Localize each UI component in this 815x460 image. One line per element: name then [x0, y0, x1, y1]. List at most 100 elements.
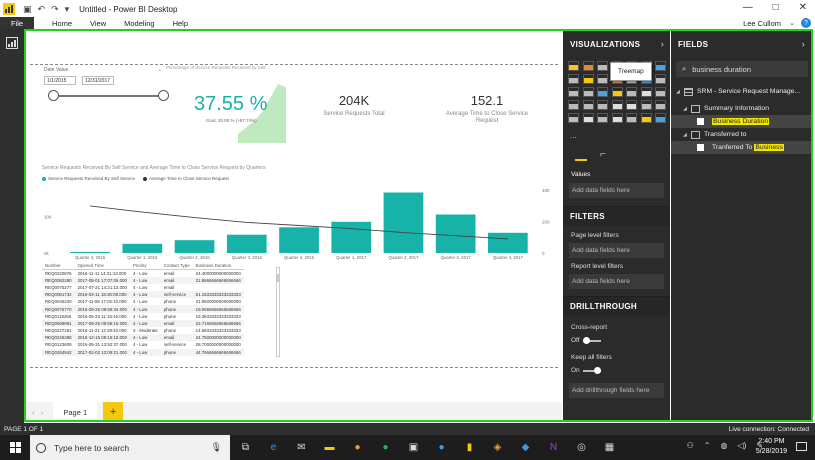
table-scrollbar[interactable] [276, 267, 280, 357]
minimize-button[interactable]: — [743, 2, 753, 13]
previous-page-icon[interactable]: ‹ [32, 408, 35, 417]
power-bi-taskbar-icon[interactable]: ▮ [460, 438, 479, 457]
volume-icon[interactable]: ◁) [737, 441, 746, 450]
snip-icon[interactable]: ▣ [404, 438, 423, 457]
customize-toolbar-icon[interactable]: ▾ [65, 4, 70, 15]
close-button[interactable]: ✕ [799, 2, 807, 13]
menu-home[interactable]: Home [52, 19, 72, 28]
visual-type-icon[interactable] [568, 61, 579, 71]
table-row[interactable]: REQ0045220 2017-11-08 17:02:10.000 4 - Low… [42, 298, 244, 305]
chart-bar[interactable] [435, 214, 476, 254]
chart-bar[interactable] [488, 232, 528, 253]
field-transferred-to-business[interactable]: Tranferred To Business [671, 141, 811, 154]
chart-bar[interactable] [174, 240, 215, 253]
table-row[interactable]: REQ0227291 2016-11-21 12:29:40.000 3 - Mod… [42, 327, 244, 334]
table-row[interactable]: REQ0082280 2017-08-01 17:07:06.000 4 - Low… [42, 276, 244, 284]
visual-type-icon[interactable] [568, 100, 579, 110]
visual-type-icon[interactable] [655, 113, 666, 123]
page-filters-well[interactable]: Add data fields here [569, 243, 664, 258]
date-slicer[interactable]: Date Value ⌄ 1/1/2015 12/31/2017 [44, 67, 169, 107]
visual-type-icon[interactable] [597, 100, 608, 110]
visual-type-icon[interactable] [655, 100, 666, 110]
maximize-button[interactable]: □ [773, 2, 779, 13]
keep-all-filters-toggle[interactable]: On [563, 366, 670, 374]
chrome-icon[interactable]: ● [348, 438, 367, 457]
app-icon[interactable]: ● [432, 438, 451, 457]
slicer-start-date[interactable]: 1/1/2015 [44, 76, 76, 85]
kpi-visual[interactable]: Percentage of Service Requests Received … [166, 65, 294, 145]
visual-type-icon[interactable] [611, 113, 623, 123]
visual-type-icon[interactable] [611, 100, 623, 110]
expand-icon[interactable]: ◢ [676, 89, 684, 95]
field-business-duration[interactable]: Business Duration [671, 115, 811, 128]
notification-icon[interactable] [796, 442, 807, 451]
add-page-button[interactable]: + [103, 402, 124, 422]
expand-icon[interactable]: ◢ [683, 106, 691, 112]
slicer-end-date[interactable]: 12/31/2017 [82, 76, 114, 85]
report-filters-well[interactable]: Add data fields here [569, 274, 664, 289]
people-icon[interactable]: ⚇ [687, 441, 694, 450]
legend-item-line[interactable]: Average Time to Close Service Request [143, 176, 229, 181]
undo-icon[interactable]: ↶ [38, 4, 46, 15]
legend-item-bars[interactable]: Service Requests Received By Self Servic… [42, 176, 135, 181]
app-icon[interactable]: ▦ [600, 438, 619, 457]
table-row[interactable]: REQ0081734 2016-02-11 18:30:08.000 4 - Low… [42, 291, 244, 299]
slicer-start-handle[interactable] [48, 90, 59, 101]
mail-icon[interactable]: ✉ [292, 438, 311, 457]
table-row[interactable]: REQ0119266 2016-05-22 11:15:45.000 4 - Low… [42, 313, 244, 320]
tab-page-1[interactable]: Page 1 [53, 402, 98, 422]
chevron-up-icon[interactable]: ⌃ [704, 441, 711, 450]
card-service-requests-total[interactable]: 204K Service Requests Total [306, 93, 402, 118]
app-icon[interactable]: ◈ [488, 438, 507, 457]
card-average-time-to-close[interactable]: 152.1 Average Time to Close Service Requ… [434, 93, 540, 125]
visual-type-icon[interactable] [597, 74, 608, 84]
chart-bar[interactable] [70, 251, 110, 253]
visual-type-icon[interactable] [582, 113, 594, 123]
visual-type-icon[interactable] [655, 74, 666, 84]
redo-icon[interactable]: ↷ [51, 4, 59, 15]
field-checkbox[interactable] [697, 118, 704, 125]
save-icon[interactable]: ▣ [23, 4, 32, 15]
more-visuals-icon[interactable]: ... [570, 131, 577, 140]
service-request-table[interactable]: Number Opened Time Priority Contact Type Bus… [42, 263, 282, 363]
visual-type-icon[interactable] [597, 61, 608, 71]
visual-type-icon[interactable] [568, 87, 579, 97]
table-row[interactable]: REQ0069091 2017-08-25 09:58:15.000 4 - Low… [42, 319, 244, 327]
visual-type-icon[interactable] [640, 113, 652, 123]
visual-type-icon[interactable] [611, 87, 623, 97]
visual-type-icon[interactable] [582, 74, 594, 84]
help-icon[interactable]: ? [801, 18, 811, 28]
chevron-down-icon[interactable]: ⌄ [158, 67, 162, 73]
folder-node-transferred[interactable]: ◢ Transferred to [671, 128, 811, 141]
field-checkbox[interactable] [697, 144, 704, 151]
cross-report-toggle[interactable]: Off [563, 336, 670, 344]
table-row[interactable]: REQ0123609 2016-05-31 13:52:37.000 4 - Low… [42, 341, 244, 348]
visual-type-icon[interactable] [655, 61, 666, 71]
task-view-icon[interactable]: ⧉ [236, 438, 255, 457]
next-page-icon[interactable]: › [41, 408, 44, 417]
visual-type-icon[interactable] [582, 87, 594, 97]
table-scrollbar-thumb[interactable] [277, 274, 279, 282]
collapse-pane-icon[interactable]: › [661, 39, 664, 49]
visual-type-icon[interactable] [640, 100, 652, 110]
chart-bar[interactable] [122, 243, 163, 253]
table-row[interactable]: REQ0075277 2017-07-21 14:21:13.000 4 - Low… [42, 284, 244, 291]
visual-type-icon[interactable] [597, 87, 608, 97]
app-icon[interactable]: ◆ [516, 438, 535, 457]
table-row[interactable]: REQ0220876 2016-11-11 14:21:13.000 4 - Low… [42, 270, 244, 277]
chevron-down-icon[interactable]: ⌄ [789, 19, 795, 27]
visual-type-icon[interactable] [655, 87, 666, 97]
table-row[interactable]: REQ0076770 2016-08-26 09:59:34.000 4 - Low… [42, 305, 244, 313]
visual-type-icon[interactable] [640, 87, 652, 97]
taskbar-clock[interactable]: 2:40 PM 5/28/2019 [756, 437, 787, 457]
values-well[interactable]: Add data fields here [569, 183, 664, 198]
table-row[interactable]: REQ0264942 2017-02-02 12:09:21.000 4 - Low… [42, 348, 244, 356]
visual-type-icon[interactable] [568, 74, 579, 84]
chart-bar[interactable] [226, 234, 267, 253]
app-icon[interactable]: ◎ [572, 438, 591, 457]
report-canvas[interactable]: Date Value ⌄ 1/1/2015 12/31/2017 Percent… [26, 31, 562, 402]
onenote-icon[interactable]: N [544, 438, 563, 457]
visual-type-icon[interactable] [626, 100, 637, 110]
spotify-icon[interactable]: ● [376, 438, 395, 457]
format-paint-roller-icon[interactable]: ⌐ [600, 149, 606, 160]
